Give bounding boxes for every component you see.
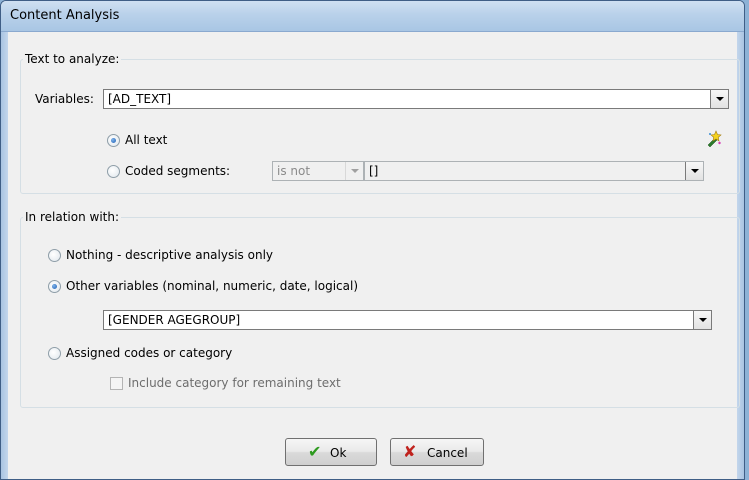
codes-combo[interactable]: [] <box>364 161 704 181</box>
text-to-analyze-legend: Text to analyze: <box>25 52 120 66</box>
codes-value: [] <box>369 164 379 178</box>
window-title: Content Analysis <box>10 8 120 23</box>
cancel-button[interactable]: ✘ Cancel <box>390 438 484 466</box>
magic-wand-icon[interactable] <box>705 130 723 148</box>
window-frame-left <box>1 32 8 479</box>
include-category-label[interactable]: Include category for remaining text <box>128 376 341 390</box>
variables-combo[interactable]: [AD_TEXT] <box>103 89 729 109</box>
title-bar[interactable]: Content Analysis <box>1 1 744 32</box>
ok-label: Ok <box>330 446 347 460</box>
ok-button[interactable]: ✔ Ok <box>285 438 377 466</box>
other-variables-label[interactable]: Other variables (nominal, numeric, date,… <box>66 279 358 293</box>
coded-segments-label[interactable]: Coded segments: <box>125 164 230 178</box>
other-variables-value: [GENDER AGEGROUP] <box>108 313 241 327</box>
variables-value: [AD_TEXT] <box>108 92 172 106</box>
operator-value: is not <box>277 164 311 178</box>
assigned-codes-label[interactable]: Assigned codes or category <box>66 346 232 360</box>
operator-combo[interactable]: is not <box>272 161 364 181</box>
all-text-radio[interactable] <box>107 134 120 147</box>
other-variables-combo[interactable]: [GENDER AGEGROUP] <box>103 310 712 330</box>
operator-dropdown-button[interactable] <box>345 162 363 180</box>
include-category-checkbox[interactable] <box>110 377 123 390</box>
nothing-radio[interactable] <box>48 249 61 262</box>
other-variables-dropdown-button[interactable] <box>693 311 711 329</box>
in-relation-with-legend: In relation with: <box>25 210 120 224</box>
red-x-icon: ✘ <box>403 442 417 461</box>
assigned-codes-radio[interactable] <box>48 347 61 360</box>
variables-label: Variables: <box>35 92 94 106</box>
cancel-label: Cancel <box>427 446 468 460</box>
green-check-icon: ✔ <box>308 442 322 461</box>
all-text-label[interactable]: All text <box>125 133 167 147</box>
coded-segments-radio[interactable] <box>107 165 120 178</box>
codes-dropdown-button[interactable] <box>685 162 703 180</box>
variables-dropdown-button[interactable] <box>710 90 728 108</box>
nothing-label[interactable]: Nothing - descriptive analysis only <box>66 248 273 262</box>
other-variables-radio[interactable] <box>48 280 61 293</box>
